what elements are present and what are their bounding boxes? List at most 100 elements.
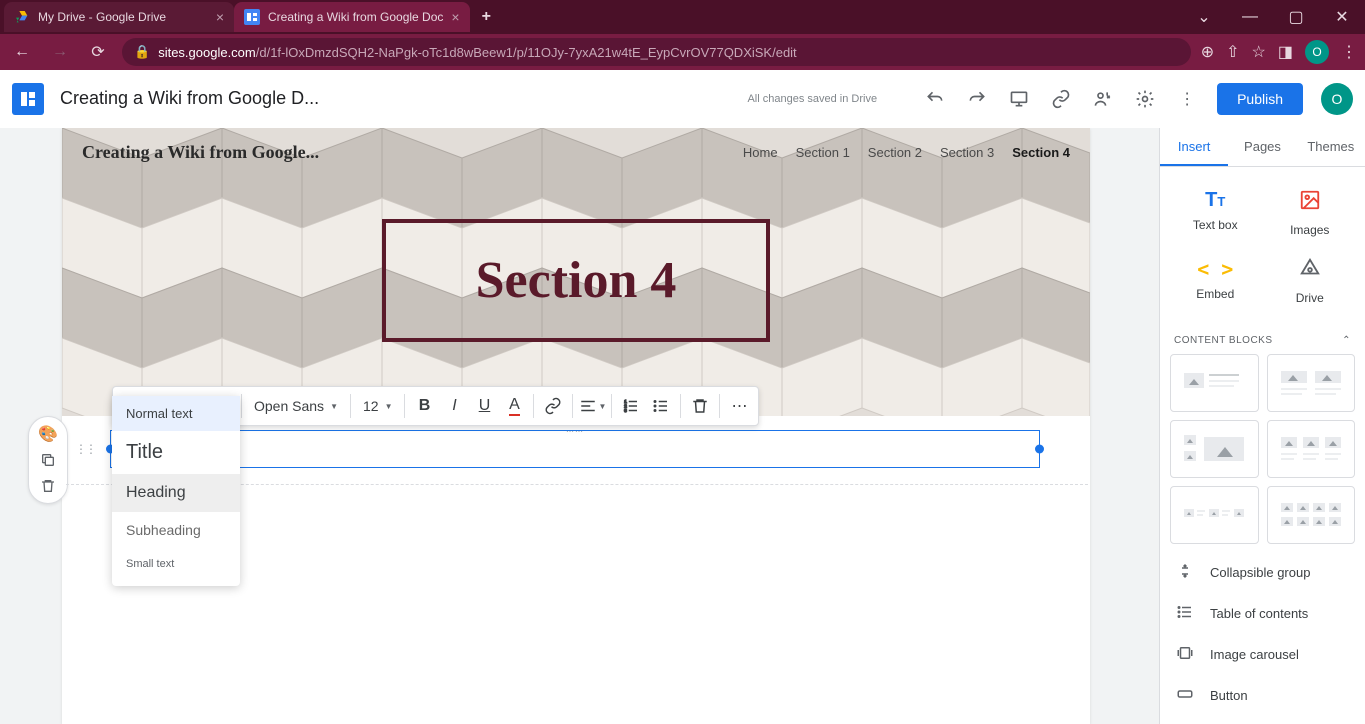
insert-images-button[interactable]: Images	[1263, 179, 1358, 247]
textbox-icon: TT	[1205, 189, 1225, 212]
selected-text-box[interactable]: ⋮⋮ ⋯⋯	[110, 430, 1040, 468]
text-color-button[interactable]: A	[499, 390, 529, 422]
insert-button[interactable]: Button	[1160, 675, 1365, 716]
top-drag-icon[interactable]: ⋯⋯	[566, 427, 584, 436]
bold-button[interactable]: B	[409, 390, 439, 422]
close-icon[interactable]: ×	[216, 9, 224, 25]
palette-icon[interactable]: 🎨	[33, 421, 63, 447]
hero-section[interactable]: Creating a Wiki from Google... Home Sect…	[62, 128, 1090, 416]
lock-icon: 🔒	[134, 44, 150, 60]
delete-button[interactable]	[685, 390, 715, 422]
sites-logo-icon[interactable]	[12, 83, 44, 115]
font-selector[interactable]: Open Sans ▼	[246, 390, 346, 422]
share-button[interactable]	[1091, 87, 1115, 111]
italic-button[interactable]: I	[439, 390, 469, 422]
style-option-subheading[interactable]: Subheading	[112, 512, 240, 548]
reload-button[interactable]: ⟳	[84, 38, 112, 66]
carousel-icon	[1176, 644, 1196, 665]
resize-handle-right[interactable]	[1035, 445, 1044, 454]
site-title[interactable]: Creating a Wiki from Google...	[82, 142, 319, 163]
address-bar: ← → ⟳ 🔒 sites.google.com/d/1f-lOxDmzdSQH…	[0, 34, 1365, 70]
duplicate-icon[interactable]	[33, 447, 63, 473]
insert-link-button[interactable]	[538, 390, 568, 422]
nav-item-section1[interactable]: Section 1	[796, 145, 850, 160]
drive-favicon-icon	[14, 9, 30, 25]
section-tools: 🎨	[28, 416, 68, 504]
browser-menu-icon[interactable]: ⋮	[1341, 42, 1357, 62]
insert-toc[interactable]: Table of contents	[1160, 593, 1365, 634]
forward-button[interactable]: →	[46, 38, 74, 66]
collapsible-icon	[1176, 562, 1196, 583]
numbered-list-button[interactable]: 123	[616, 390, 646, 422]
svg-text:3: 3	[625, 408, 628, 413]
user-avatar[interactable]: O	[1321, 83, 1353, 115]
content-block-3[interactable]	[1170, 420, 1259, 478]
back-button[interactable]: ←	[8, 38, 36, 66]
site-nav: Home Section 1 Section 2 Section 3 Secti…	[743, 145, 1070, 160]
browser-tab[interactable]: My Drive - Google Drive ×	[4, 2, 234, 32]
share-icon[interactable]: ⇧	[1226, 42, 1239, 62]
align-button[interactable]: ▼	[577, 390, 607, 422]
content-block-6[interactable]	[1267, 486, 1356, 544]
sidepanel-icon[interactable]: ◨	[1278, 42, 1293, 62]
publish-button[interactable]: Publish	[1217, 83, 1303, 115]
page-title: Section 4	[476, 251, 677, 310]
nav-item-section2[interactable]: Section 2	[868, 145, 922, 160]
url-input[interactable]: 🔒 sites.google.com/d/1f-lOxDmzdSQH2-NaPg…	[122, 38, 1191, 66]
zoom-icon[interactable]: ⊕	[1201, 42, 1214, 62]
insert-drive-button[interactable]: Drive	[1263, 247, 1358, 315]
content-block-2[interactable]	[1267, 354, 1356, 412]
style-option-small[interactable]: Small text	[112, 548, 240, 580]
new-tab-button[interactable]: +	[470, 8, 503, 26]
content-block-5[interactable]	[1170, 486, 1259, 544]
embed-icon: < >	[1197, 257, 1233, 281]
browser-tab[interactable]: Creating a Wiki from Google Doc ×	[234, 2, 470, 32]
content-block-1[interactable]	[1170, 354, 1259, 412]
nav-item-section3[interactable]: Section 3	[940, 145, 994, 160]
text-style-dropdown: Normal text Title Heading Subheading Sma…	[112, 396, 240, 586]
toc-icon	[1176, 603, 1196, 624]
app-header: Creating a Wiki from Google D... All cha…	[0, 70, 1365, 128]
browser-profile-button[interactable]: O	[1305, 40, 1329, 64]
insert-embed-button[interactable]: < > Embed	[1168, 247, 1263, 315]
tab-themes[interactable]: Themes	[1297, 128, 1365, 166]
close-icon[interactable]: ×	[451, 9, 459, 25]
tab-title: Creating a Wiki from Google Doc	[268, 10, 443, 24]
close-window-button[interactable]: ✕	[1319, 0, 1365, 34]
delete-icon[interactable]	[33, 473, 63, 499]
underline-button[interactable]: U	[469, 390, 499, 422]
more-button[interactable]: ⋮	[1175, 87, 1199, 111]
insert-carousel[interactable]: Image carousel	[1160, 634, 1365, 675]
style-option-title[interactable]: Title	[112, 431, 240, 474]
tab-insert[interactable]: Insert	[1160, 128, 1228, 166]
more-options-button[interactable]: ⋯	[724, 390, 754, 422]
insert-textbox-button[interactable]: TT Text box	[1168, 179, 1263, 247]
chevron-up-icon: ⌃	[1342, 335, 1351, 346]
link-button[interactable]	[1049, 87, 1073, 111]
minimize-button[interactable]: —	[1227, 0, 1273, 34]
redo-button[interactable]	[965, 87, 989, 111]
drag-handle-icon[interactable]: ⋮⋮	[75, 442, 95, 456]
content-blocks-header[interactable]: CONTENT BLOCKS ⌃	[1160, 327, 1365, 354]
style-option-heading[interactable]: Heading	[112, 474, 240, 512]
document-title[interactable]: Creating a Wiki from Google D...	[60, 88, 319, 109]
font-size-selector[interactable]: 12 ▼	[355, 390, 401, 422]
browser-tab-bar: My Drive - Google Drive × Creating a Wik…	[0, 0, 1365, 34]
tab-pages[interactable]: Pages	[1228, 128, 1296, 166]
image-icon	[1299, 189, 1321, 217]
settings-button[interactable]	[1133, 87, 1157, 111]
content-block-4[interactable]	[1267, 420, 1356, 478]
page-title-box[interactable]: Section 4	[382, 219, 771, 342]
undo-button[interactable]	[923, 87, 947, 111]
preview-button[interactable]	[1007, 87, 1031, 111]
chevron-down-icon: ▼	[385, 402, 393, 411]
bulleted-list-button[interactable]	[646, 390, 676, 422]
button-icon	[1176, 685, 1196, 706]
chevron-down-icon[interactable]: ⌄	[1181, 0, 1227, 34]
maximize-button[interactable]: ▢	[1273, 0, 1319, 34]
bookmark-icon[interactable]: ☆	[1252, 42, 1266, 62]
nav-item-section4[interactable]: Section 4	[1012, 145, 1070, 160]
insert-collapsible-group[interactable]: Collapsible group	[1160, 552, 1365, 593]
style-option-normal[interactable]: Normal text	[112, 396, 240, 431]
nav-item-home[interactable]: Home	[743, 145, 778, 160]
